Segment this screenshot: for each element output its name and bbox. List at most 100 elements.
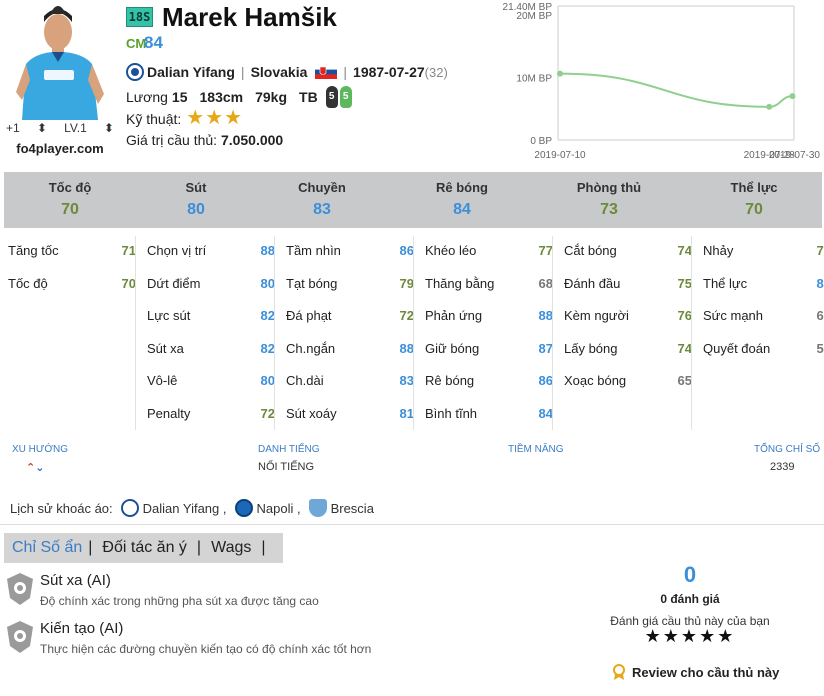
stat-value: 79 [399, 275, 414, 291]
stat-name: Xoạc bóng [564, 373, 627, 388]
stat-value: 76 [677, 308, 692, 323]
stat-column-4: Cắt bóng 74 Đánh đầu 75 Kèm người 76 Lấy bóng 7… [564, 236, 703, 430]
nation-name[interactable]: Slovakia [251, 64, 308, 80]
info-tabs: Chỉ Số ẩn | Đối tác ăn ý | Wags | [4, 533, 283, 563]
trait-desc: Độ chính xác trong những pha sút xa được… [40, 594, 319, 608]
stat-value: 74 [677, 340, 692, 356]
weight-value: 79kg [255, 89, 288, 105]
stat-summary-band: Tốc độ 70 Sút 80 Chuyền 83 Rê bóng 84 Phòng thủ 7… [4, 172, 822, 228]
stat-row: Tăng tốc 71 [8, 243, 136, 258]
price-point[interactable] [557, 70, 563, 77]
stat-name: Sút xoáy [286, 405, 337, 421]
level-stepper[interactable]: ⬍ [104, 121, 114, 135]
potential-label: TIỀM NĂNG [508, 444, 564, 455]
stat-name: Khéo léo [425, 243, 477, 258]
summary-value: 84 [453, 201, 471, 218]
stat-row: Phản ứng 88 [425, 308, 553, 323]
birth-date: 1987-07-27 [353, 64, 425, 80]
stat-row: Rê bóng 86 [425, 373, 553, 388]
stat-row: Quyết đoán 59 [703, 341, 824, 356]
trend-label: XU HƯỚNG [12, 444, 69, 455]
salary-value: 15 [171, 89, 188, 105]
column-divider [274, 236, 275, 430]
rating-stars-input[interactable]: ★★★★★ [620, 626, 760, 647]
stat-value: 81 [816, 275, 824, 291]
trait-desc: Thực hiện các đường chuyền kiến tạo có đ… [40, 642, 372, 656]
stat-value: 80 [260, 275, 275, 291]
stat-row: Dứt điểm 80 [147, 276, 275, 291]
y-tick-label: 21.40M BP [503, 2, 553, 13]
left-foot-value: 5 [325, 86, 338, 108]
summary-1: Sút 80 [131, 180, 261, 219]
skill-star-icon: ★ [224, 107, 243, 129]
stat-value: 69 [816, 308, 824, 323]
value-row: Giá trị cầu thủ: 7.050.000 [126, 132, 283, 148]
stat-name: Vô-lê [147, 373, 178, 388]
stat-row: Đánh đầu 75 [564, 276, 692, 291]
summary-3: Rê bóng 84 [397, 180, 527, 219]
stat-name: Tạt bóng [286, 275, 338, 291]
stat-column-2: Tầm nhìn 86 Tạt bóng 79 Đá phạt 72 Ch.ngắn 88 Ch… [286, 236, 425, 430]
stat-value: 80 [260, 373, 275, 388]
player-portrait [14, 4, 106, 120]
price-line [559, 72, 793, 108]
history-club-brescia[interactable]: Brescia [308, 499, 374, 517]
stat-row: Đá phạt 72 [286, 308, 414, 323]
skill-stars: ★★★ [185, 107, 243, 129]
level-value: LV.1 [64, 121, 87, 135]
club-name[interactable]: Dalian Yifang [147, 64, 235, 80]
stat-row: Giữ bóng 87 [425, 341, 553, 356]
tab-partners[interactable]: Đối tác ăn ý [92, 539, 196, 557]
trend-down-icon: ⌄ [35, 462, 45, 474]
stat-name: Lấy bóng [564, 340, 618, 356]
price-point[interactable] [766, 103, 773, 110]
stat-row: Lấy bóng 74 [564, 341, 692, 356]
column-divider [691, 236, 692, 430]
column-divider [552, 236, 553, 430]
height-value: 183cm [199, 89, 244, 105]
stat-value: 82 [260, 308, 275, 323]
stat-row: Xoạc bóng 65 [564, 373, 692, 388]
summary-label: Rê bóng [436, 180, 488, 195]
stat-row: Lực sút 82 [147, 308, 275, 323]
stat-value: 88 [538, 308, 553, 323]
player-value: 7.050.000 [220, 132, 284, 148]
tab-hidden-stats[interactable]: Chỉ Số ẩn [4, 539, 88, 557]
tab-wags[interactable]: Wags [201, 539, 261, 557]
summary-0: Tốc độ 70 [5, 180, 135, 219]
stat-row: Bình tĩnh 84 [425, 406, 553, 421]
trait-name: Sút xa (AI) [40, 572, 111, 589]
stat-name: Sức mạnh [703, 308, 764, 323]
summary-4: Phòng thủ 73 [544, 180, 674, 219]
stat-value: 59 [816, 340, 824, 356]
rating-score: 0 [683, 562, 697, 587]
stat-row: Ch.ngắn 88 [286, 341, 414, 356]
stat-name: Nhảy [703, 243, 734, 258]
stat-name: Ch.ngắn [286, 340, 336, 356]
stat-column-5: Nhảy 73 Thể lực 81 Sức mạnh 69 Quyết đoán 59 [703, 236, 824, 430]
column-divider [135, 236, 136, 430]
history-club-dalian[interactable]: Dalian Yifang , [120, 499, 227, 517]
summary-value: 70 [61, 201, 79, 218]
x-tick-label: 2019-07-10 [534, 150, 586, 161]
stat-value: 88 [399, 340, 414, 356]
rating-count: 0 đánh giá [660, 592, 720, 606]
stat-row: Vô-lê 80 [147, 373, 275, 388]
review-link[interactable]: Review cho cầu thủ này [612, 664, 779, 680]
stat-value: 86 [538, 373, 553, 388]
stat-value: 83 [399, 373, 414, 388]
stat-name: Phản ứng [425, 308, 483, 323]
stat-value: 72 [260, 405, 275, 421]
club-logo-icon [126, 63, 144, 81]
summary-2: Chuyền 83 [257, 180, 387, 219]
brescia-logo-icon [308, 499, 327, 517]
stat-value: 88 [260, 243, 275, 258]
price-point[interactable] [789, 93, 796, 100]
history-club-napoli[interactable]: Napoli , [234, 499, 301, 517]
stat-column-3: Khéo léo 77 Thăng bằng 68 Phản ứng 88 Giữ bóng… [425, 236, 564, 430]
stat-value: 71 [121, 243, 136, 258]
level-plus-stepper[interactable]: ⬍ [37, 121, 47, 135]
y-tick-label: 10M BP [516, 73, 552, 84]
trend-up-icon: ⌃ [26, 462, 36, 474]
stat-row: Thăng bằng 68 [425, 276, 553, 291]
